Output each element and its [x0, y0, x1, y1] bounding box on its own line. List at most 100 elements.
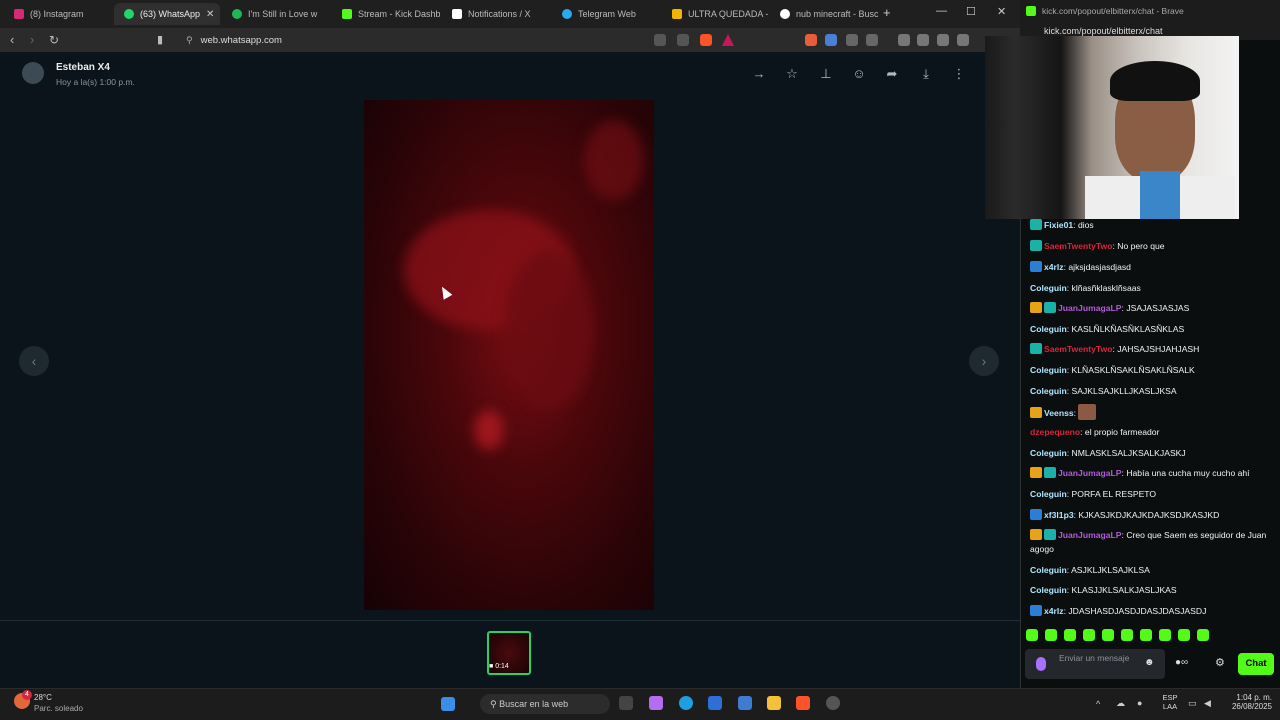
extensions-puzzle-icon[interactable] [846, 34, 858, 46]
extension-icon[interactable] [805, 34, 817, 46]
translate-icon[interactable] [825, 34, 837, 46]
tab-telegram[interactable]: Telegram Web [552, 3, 660, 25]
go-to-message-icon[interactable]: → [750, 66, 768, 81]
emote-image-icon [1078, 404, 1097, 420]
chat-username[interactable]: Coleguin [1030, 448, 1067, 458]
chat-username[interactable]: Coleguin [1030, 489, 1067, 499]
chat-text: KJKASJKDJKAJKDAJKSDJKASJKD [1078, 510, 1220, 520]
emote-icon[interactable] [1102, 629, 1114, 641]
chat-username[interactable]: JuanJumagaLP [1058, 468, 1122, 478]
taskbar-search[interactable]: ⚲ Buscar en la web [480, 694, 610, 714]
edge-icon[interactable] [679, 696, 693, 710]
emote-icon[interactable] [1178, 629, 1190, 641]
chat-username[interactable]: xf3l1p3 [1044, 510, 1074, 520]
input-language[interactable]: ESP LAA [1160, 693, 1180, 711]
network-icon[interactable]: ▭ [1188, 698, 1197, 709]
onedrive-icon[interactable]: ☁ [1116, 698, 1125, 709]
new-tab-button[interactable]: + [883, 5, 891, 20]
chat-username[interactable]: Coleguin [1030, 585, 1067, 595]
next-media-button[interactable]: › [969, 346, 999, 376]
leo-ai-icon[interactable] [957, 34, 969, 46]
chat-username[interactable]: JuanJumagaLP [1058, 303, 1122, 313]
close-icon[interactable]: ✕ [206, 9, 214, 20]
store-icon[interactable] [708, 696, 722, 710]
forward-button[interactable]: › [30, 31, 34, 49]
previous-media-button[interactable]: ‹ [19, 346, 49, 376]
mic-tray-icon[interactable]: ● [1137, 698, 1142, 708]
chat-text: PORFA EL RESPETO [1071, 489, 1157, 499]
copilot-icon[interactable] [649, 696, 663, 710]
star-icon[interactable]: ☆ [783, 66, 801, 82]
emoji-icon[interactable]: ☻ [1144, 657, 1155, 668]
chat-username[interactable]: dzepequeno [1030, 427, 1080, 437]
volume-icon[interactable]: ◀ [1204, 698, 1211, 709]
users-icon[interactable]: ●∞ [1175, 657, 1188, 668]
emote-icon[interactable] [1045, 629, 1057, 641]
back-button[interactable]: ‹ [10, 31, 14, 49]
chat-message: x4rlz: ajksjdasjasdjasd [1030, 260, 1270, 274]
settings-gear-icon[interactable]: ⚙ [1215, 656, 1225, 669]
avatar[interactable] [22, 62, 44, 84]
emote-icon[interactable] [1064, 629, 1076, 641]
emote-icon[interactable] [1140, 629, 1152, 641]
minimize-button[interactable]: — [936, 5, 947, 17]
chat-username[interactable]: x4rlz [1044, 262, 1064, 272]
more-options-icon[interactable]: ⋮ [950, 66, 968, 82]
microphone-icon[interactable] [1036, 657, 1046, 671]
emote-icon[interactable] [1197, 629, 1209, 641]
tab-google-search[interactable]: nub minecraft - Busc [770, 3, 878, 25]
forward-icon[interactable]: ➦ [883, 66, 901, 82]
bookmark-icon[interactable]: ▮ [157, 31, 163, 49]
whatsapp-icon [124, 9, 134, 19]
tab-google-drive[interactable]: ULTRA QUEDADA - G [662, 3, 770, 25]
chat-username[interactable]: Coleguin [1030, 565, 1067, 575]
tab-x[interactable]: Notifications / X [442, 3, 550, 25]
system-clock[interactable]: 1:04 p. m. 26/08/2025 [1226, 693, 1272, 711]
maximize-button[interactable]: ☐ [966, 5, 976, 18]
react-emoji-icon[interactable]: ☺ [850, 66, 868, 81]
obs-icon[interactable] [826, 696, 840, 710]
tab-instagram[interactable]: (8) Instagram [4, 3, 112, 25]
task-view-icon[interactable] [619, 696, 633, 710]
media-icon[interactable] [898, 34, 910, 46]
tab-spotify[interactable]: I'm Still in Love w [222, 3, 330, 25]
video-player[interactable] [364, 100, 654, 610]
wallet-icon[interactable] [937, 34, 949, 46]
download-icon[interactable]: ⤓ [917, 66, 935, 82]
emote-bar [1026, 629, 1226, 643]
pin-icon[interactable]: ⊥ [817, 66, 835, 82]
brave-taskbar-icon[interactable] [796, 696, 810, 710]
chat-username[interactable]: Fixie01 [1044, 220, 1073, 230]
chat-username[interactable]: Coleguin [1030, 386, 1067, 396]
chat-username[interactable]: x4rlz [1044, 606, 1064, 616]
chat-message: Coleguin: SAJKLSAJKLLJKASLJKSA [1030, 384, 1270, 398]
window-close-button[interactable]: ✕ [997, 5, 1006, 18]
chat-username[interactable]: JuanJumagaLP [1058, 530, 1122, 540]
tab-search-icon[interactable] [866, 34, 878, 46]
sidebar-icon[interactable] [917, 34, 929, 46]
show-hidden-icons[interactable]: ^ [1096, 699, 1100, 709]
emote-icon[interactable] [1121, 629, 1133, 641]
chat-username[interactable]: Coleguin [1030, 365, 1067, 375]
reload-button[interactable]: ↻ [49, 31, 59, 49]
user-badge-icon [1030, 261, 1042, 272]
chat-username[interactable]: Veenss [1044, 408, 1074, 418]
share-icon[interactable] [677, 34, 689, 46]
chat-username[interactable]: SaemTwentyTwo [1044, 241, 1112, 251]
site-info-icon[interactable]: ⚲ [186, 35, 193, 46]
snipping-tool-icon[interactable] [738, 696, 752, 710]
file-explorer-icon[interactable] [767, 696, 781, 710]
chat-username[interactable]: SaemTwentyTwo [1044, 344, 1112, 354]
windows-start-icon[interactable] [441, 697, 455, 711]
cast-icon[interactable] [654, 34, 666, 46]
emote-icon[interactable] [1159, 629, 1171, 641]
brave-shields-icon[interactable] [700, 34, 712, 46]
chat-username[interactable]: Coleguin [1030, 324, 1067, 334]
emote-icon[interactable] [1026, 629, 1038, 641]
tab-whatsapp[interactable]: (63) WhatsApp ✕ [114, 3, 220, 25]
tab-kick-dashboard[interactable]: Stream - Kick Dashbo [332, 3, 440, 25]
send-chat-button[interactable]: Chat [1238, 653, 1274, 675]
tab-label: Notifications / X [468, 9, 531, 19]
emote-icon[interactable] [1083, 629, 1095, 641]
chat-username[interactable]: Coleguin [1030, 283, 1067, 293]
